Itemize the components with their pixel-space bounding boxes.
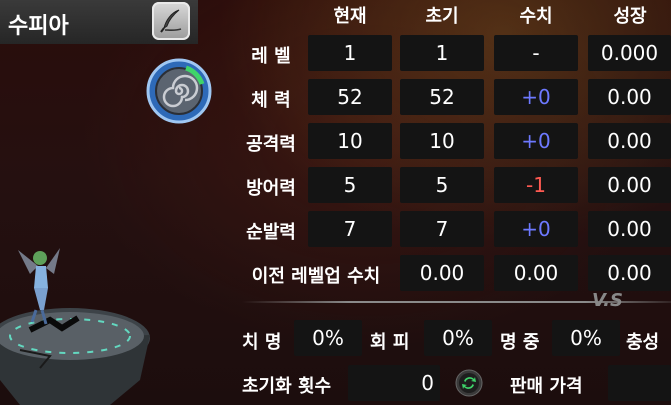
stat-label-hp: 체 력 bbox=[251, 90, 291, 111]
level-value: - bbox=[494, 35, 578, 71]
crit-label: 치 명 bbox=[242, 332, 282, 353]
evade-value: 0% bbox=[424, 320, 492, 356]
defense-initial: 5 bbox=[400, 167, 484, 203]
agility-value: +0 bbox=[494, 211, 578, 247]
feather-pen-icon bbox=[160, 9, 182, 33]
refresh-arrows-icon[interactable] bbox=[455, 369, 483, 397]
header-growth: 성장 bbox=[613, 6, 647, 27]
reset-count-value: 0 bbox=[348, 365, 440, 401]
stat-label-agility: 순발력 bbox=[246, 222, 296, 243]
sell-price-value bbox=[608, 365, 671, 401]
stat-label-defense: 방어력 bbox=[246, 178, 296, 199]
character-name-bar: 수피아 bbox=[0, 0, 198, 44]
character-name: 수피아 bbox=[8, 14, 69, 39]
level-growth: 0.000 bbox=[588, 35, 671, 71]
attack-value: +0 bbox=[494, 123, 578, 159]
defense-growth: 0.00 bbox=[588, 167, 671, 203]
stat-label-attack: 공격력 bbox=[246, 134, 296, 155]
attack-initial: 10 bbox=[400, 123, 484, 159]
evade-label: 회 피 bbox=[370, 332, 410, 353]
agility-initial: 7 bbox=[400, 211, 484, 247]
stat-label-level: 레 벨 bbox=[251, 46, 291, 67]
spiral-element-emblem-icon bbox=[146, 58, 212, 124]
level-initial: 1 bbox=[400, 35, 484, 71]
edit-name-button[interactable] bbox=[152, 2, 190, 40]
defense-current: 5 bbox=[308, 167, 392, 203]
hp-initial: 52 bbox=[400, 79, 484, 115]
prev-levelup-value-1: 0.00 bbox=[400, 255, 484, 291]
defense-value: -1 bbox=[494, 167, 578, 203]
prev-levelup-value-2: 0.00 bbox=[494, 255, 578, 291]
agility-current: 7 bbox=[308, 211, 392, 247]
crit-value: 0% bbox=[294, 320, 362, 356]
loyalty-label: 충성 bbox=[626, 332, 660, 353]
attack-growth: 0.00 bbox=[588, 123, 671, 159]
hp-current: 52 bbox=[308, 79, 392, 115]
prev-levelup-value-3: 0.00 bbox=[588, 255, 671, 291]
hp-value: +0 bbox=[494, 79, 578, 115]
level-current: 1 bbox=[308, 35, 392, 71]
sell-price-label: 판매 가격 bbox=[510, 376, 583, 397]
hp-growth: 0.00 bbox=[588, 79, 671, 115]
agility-growth: 0.00 bbox=[588, 211, 671, 247]
reset-count-label: 초기화 횟수 bbox=[242, 376, 332, 397]
character-portrait bbox=[0, 248, 150, 405]
header-current: 현재 bbox=[333, 6, 367, 27]
header-initial: 초기 bbox=[425, 6, 459, 27]
accuracy-label: 명 중 bbox=[500, 332, 540, 353]
attack-current: 10 bbox=[308, 123, 392, 159]
vs-mark: V.S bbox=[592, 290, 623, 311]
prev-levelup-label: 이전 레벨업 수치 bbox=[251, 266, 381, 287]
accuracy-value: 0% bbox=[552, 320, 620, 356]
header-stat: 수치 bbox=[519, 6, 553, 27]
